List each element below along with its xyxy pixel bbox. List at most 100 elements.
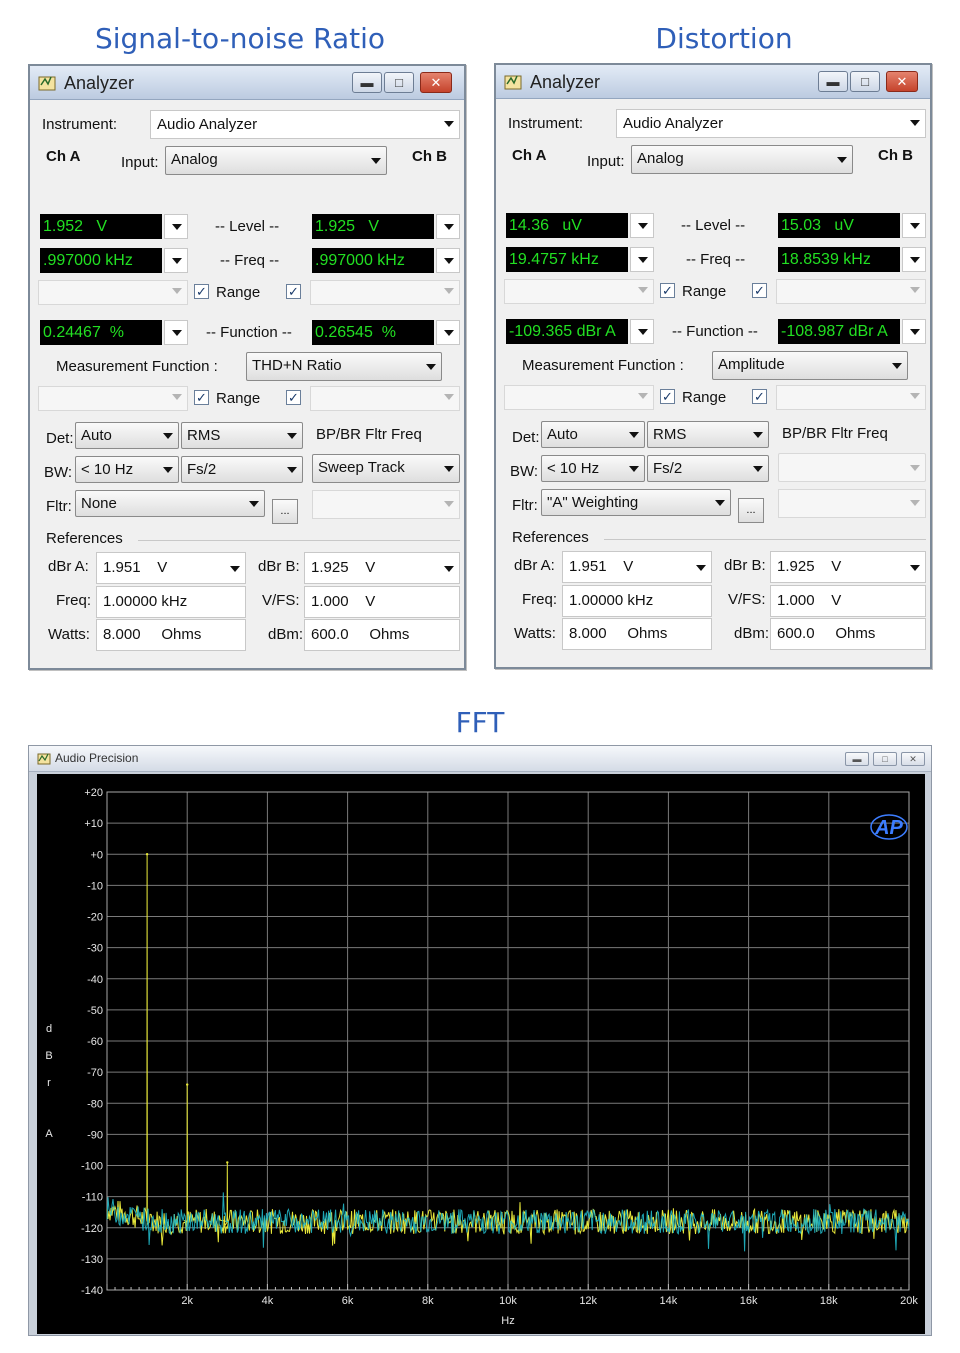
function-b-units-dropdown[interactable] — [436, 320, 460, 345]
watts-value: 8.000 — [569, 625, 607, 642]
watts-unit: Ohms — [627, 625, 668, 642]
minimize-button[interactable]: ▬ — [352, 72, 382, 93]
dbr-b-field[interactable]: 1.925 V — [304, 552, 460, 584]
range-b-checkbox[interactable]: ✓ — [752, 283, 767, 298]
detector-mode-select[interactable]: RMS — [647, 421, 769, 448]
fft-window-titlebar[interactable]: Audio Precision ▬ □ ✕ — [29, 746, 931, 772]
instrument-select[interactable]: Audio Analyzer — [616, 109, 926, 138]
dbr-b-label: dBr B: — [258, 558, 300, 575]
input-select[interactable]: Analog — [165, 146, 387, 175]
range-a-checkbox[interactable]: ✓ — [194, 284, 209, 299]
range-b2-checkbox[interactable]: ✓ — [286, 390, 301, 405]
y-tick-label: -90 — [87, 1129, 103, 1141]
instrument-label: Instrument: — [42, 116, 118, 133]
dbr-a-unit: V — [157, 559, 168, 576]
close-button[interactable]: ✕ — [420, 72, 452, 93]
bandwidth-high-select[interactable]: Fs/2 — [647, 455, 769, 482]
freq-b-units-dropdown[interactable] — [902, 247, 926, 272]
watts-unit: Ohms — [161, 626, 202, 643]
function-a-units-dropdown[interactable] — [630, 319, 654, 344]
y-tick-label: +10 — [84, 818, 103, 830]
range-a2-checkbox[interactable]: ✓ — [660, 389, 675, 404]
fft-close-button[interactable]: ✕ — [901, 752, 925, 766]
freq-a-units-dropdown[interactable] — [164, 248, 188, 273]
detector-mode-select[interactable]: RMS — [181, 422, 303, 449]
window-titlebar[interactable]: Analyzer ▬ □ ✕ — [496, 65, 930, 99]
function-a-units-dropdown[interactable] — [164, 320, 188, 345]
level-b-meter: 1.925 V — [312, 214, 434, 239]
input-select[interactable]: Analog — [631, 145, 853, 174]
range-a2-field[interactable] — [504, 385, 654, 410]
fft-minimize-button[interactable]: ▬ — [845, 752, 869, 766]
dbm-value: 600.0 — [777, 625, 815, 642]
range-a2-checkbox[interactable]: ✓ — [194, 390, 209, 405]
filter-select[interactable]: None — [75, 490, 265, 517]
range-b2-checkbox[interactable]: ✓ — [752, 389, 767, 404]
level-a-units-dropdown[interactable] — [164, 214, 188, 239]
dbr-a-field[interactable]: 1.951 V — [96, 552, 246, 584]
fft-maximize-button[interactable]: □ — [873, 752, 897, 766]
minimize-button[interactable]: ▬ — [818, 71, 848, 92]
range-a-field[interactable] — [504, 279, 654, 304]
dbm-field[interactable]: 600.0 Ohms — [770, 618, 926, 650]
channel-b-label: Ch B — [412, 148, 447, 165]
range-a-field[interactable] — [38, 280, 188, 305]
dbm-field[interactable]: 600.0 Ohms — [304, 619, 460, 651]
range-a2-field[interactable] — [38, 386, 188, 411]
bp-br-filter-freq-select[interactable] — [778, 453, 926, 482]
freq-b-meter: .997000 kHz — [312, 248, 434, 273]
filter-options-button[interactable]: ... — [738, 498, 764, 523]
instrument-select[interactable]: Audio Analyzer — [150, 110, 460, 139]
detector-select[interactable]: Auto — [541, 421, 645, 448]
measurement-function-select[interactable]: Amplitude — [712, 351, 908, 380]
fft-plot-area[interactable]: +20 +10 +0 -10 -20 -30 -40 -50 -60 -70 -80 -90 -100 -… — [37, 774, 925, 1334]
freq-b-units-dropdown[interactable] — [436, 248, 460, 273]
range-b-field[interactable] — [776, 279, 926, 304]
dbm-label: dBm: — [734, 625, 770, 642]
watts-field[interactable]: 8.000 Ohms — [96, 619, 246, 651]
bandwidth-high-select[interactable]: Fs/2 — [181, 456, 303, 483]
close-button[interactable]: ✕ — [886, 71, 918, 92]
range-b-checkbox[interactable]: ✓ — [286, 284, 301, 299]
filter-b-field[interactable] — [778, 489, 926, 518]
vfs-field[interactable]: 1.000 V — [304, 586, 460, 618]
range2-label: Range — [682, 389, 727, 406]
fft-chart: +20 +10 +0 -10 -20 -30 -40 -50 -60 -70 -80 -90 -100 -… — [45, 787, 918, 1327]
level-b-units-dropdown[interactable] — [436, 214, 460, 239]
window-titlebar[interactable]: Analyzer ▬ □ ✕ — [30, 66, 464, 100]
x-tick-label: 18k — [820, 1295, 838, 1307]
bandwidth-low-select[interactable]: < 10 Hz — [75, 456, 179, 483]
dbm-unit: Ohms — [369, 626, 410, 643]
level-a-units-dropdown[interactable] — [630, 213, 654, 238]
maximize-button[interactable]: □ — [384, 72, 414, 93]
level-b-units-dropdown[interactable] — [902, 213, 926, 238]
filter-options-button[interactable]: ... — [272, 499, 298, 524]
range-label: Range — [216, 284, 261, 301]
snr-section-title: Signal-to-noise Ratio — [94, 22, 386, 55]
y-tick-label: -50 — [87, 1005, 103, 1017]
dbr-b-field[interactable]: 1.925 V — [770, 551, 926, 583]
range-a-checkbox[interactable]: ✓ — [660, 283, 675, 298]
vfs-field[interactable]: 1.000 V — [770, 585, 926, 617]
function-b-units-dropdown[interactable] — [902, 319, 926, 344]
bandwidth-low-select[interactable]: < 10 Hz — [541, 455, 645, 482]
freq-ref-field[interactable]: 1.00000 kHz — [562, 585, 712, 617]
fft-window-title: Audio Precision — [55, 751, 139, 765]
range-b2-field[interactable] — [776, 385, 926, 410]
dbr-a-field[interactable]: 1.951 V — [562, 551, 712, 583]
filter-select[interactable]: "A" Weighting — [541, 489, 731, 516]
freq-ref-field[interactable]: 1.00000 kHz — [96, 586, 246, 618]
freq-a-units-dropdown[interactable] — [630, 247, 654, 272]
detector-select[interactable]: Auto — [75, 422, 179, 449]
ap-logo: AP — [874, 817, 903, 839]
measurement-function-select[interactable]: THD+N Ratio — [246, 352, 442, 381]
range-b-field[interactable] — [310, 280, 460, 305]
range-b2-field[interactable] — [310, 386, 460, 411]
filter-b-field[interactable] — [312, 490, 460, 519]
bp-br-filter-freq-select[interactable]: Sweep Track — [312, 454, 460, 483]
harmonic-peak-marker — [226, 1161, 229, 1164]
maximize-button[interactable]: □ — [850, 71, 880, 92]
watts-field[interactable]: 8.000 Ohms — [562, 618, 712, 650]
dbr-a-label: dBr A: — [48, 558, 89, 575]
function-a-meter: -109.365 dBr A — [506, 319, 628, 344]
